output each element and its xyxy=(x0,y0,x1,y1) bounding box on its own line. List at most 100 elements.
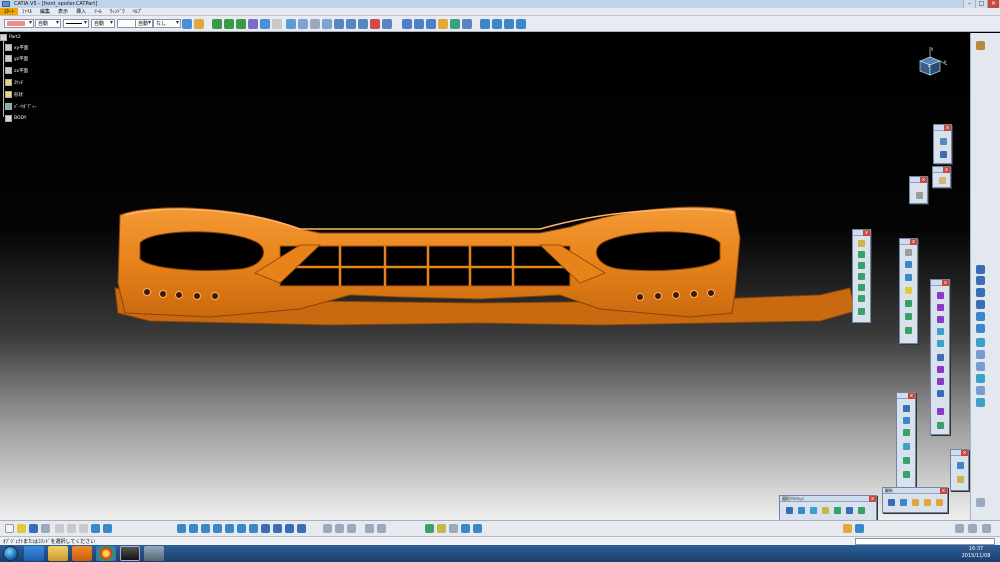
analysis-tool-icon[interactable] xyxy=(936,499,943,506)
shape-tool-icon[interactable] xyxy=(834,507,841,514)
palette-grid-icon[interactable] xyxy=(940,151,947,158)
close-button[interactable]: ✕ xyxy=(987,0,999,8)
palette-tool-icon[interactable] xyxy=(937,292,944,299)
palette-tool-icon[interactable] xyxy=(858,295,865,302)
zoom-out-icon[interactable] xyxy=(237,524,246,533)
tree-item-zx-plane[interactable]: zx平面 xyxy=(5,66,28,75)
palette-tool-icon[interactable] xyxy=(937,328,944,335)
undo-icon[interactable] xyxy=(91,524,100,533)
internet-explorer-icon[interactable] xyxy=(24,546,44,561)
palette-tool-icon[interactable] xyxy=(903,471,910,478)
chrome-icon[interactable] xyxy=(96,546,116,561)
analysis-icon[interactable] xyxy=(461,524,470,533)
loft-tool-icon[interactable] xyxy=(976,398,985,407)
normal-view-icon[interactable] xyxy=(249,524,258,533)
zoom-in-icon[interactable] xyxy=(225,524,234,533)
paint-icon[interactable] xyxy=(194,19,204,29)
palette-close-button[interactable]: x xyxy=(920,177,927,183)
measure-icon[interactable] xyxy=(248,19,258,29)
workbench-switch-icon[interactable] xyxy=(955,524,964,533)
brush-icon[interactable] xyxy=(182,19,192,29)
palette-tool-icon[interactable] xyxy=(937,316,944,323)
render-icon[interactable] xyxy=(382,19,392,29)
analysis-tool-icon[interactable] xyxy=(888,499,895,506)
analysis-tool-icon[interactable] xyxy=(924,499,931,506)
palette-tool-icon[interactable] xyxy=(905,261,912,268)
maximize-button[interactable]: □ xyxy=(975,0,987,8)
palette-tool-icon[interactable] xyxy=(937,304,944,311)
palette-tool-icon[interactable] xyxy=(858,273,865,280)
select-icon[interactable] xyxy=(286,19,296,29)
3d-viewport[interactable]: Part2 xy平面 yz平面 zx平面 ｽｹｯﾁ 形状 ﾊﾟｰﾂﾎﾞﾃﾞｨｰ … xyxy=(0,33,970,520)
menu-tools[interactable]: ﾂｰﾙ xyxy=(90,8,106,15)
snap-icon[interactable] xyxy=(260,19,270,29)
measure-item-icon[interactable] xyxy=(437,524,446,533)
menu-insert[interactable]: 挿入 xyxy=(72,8,90,15)
palette-close-button[interactable]: x xyxy=(942,280,949,286)
surface-icon[interactable] xyxy=(438,19,448,29)
render-icon[interactable] xyxy=(843,524,852,533)
menu-window[interactable]: ｳｨﾝﾄﾞｳ xyxy=(106,8,129,15)
hide-icon[interactable] xyxy=(370,19,380,29)
grid-icon[interactable] xyxy=(272,19,282,29)
palette-close-button[interactable]: x xyxy=(869,496,876,502)
palette-tool-icon[interactable] xyxy=(937,354,944,361)
palette-tool-icon[interactable] xyxy=(905,327,912,334)
polyline-tool-icon[interactable] xyxy=(976,276,985,285)
tree-item-sketch[interactable]: ｽｹｯﾁ xyxy=(5,78,23,87)
spline-tool-icon[interactable] xyxy=(976,312,985,321)
command-input[interactable] xyxy=(855,538,995,545)
palette-tool-icon[interactable] xyxy=(903,457,910,464)
palette-tool-icon[interactable] xyxy=(905,249,912,256)
new-file-icon[interactable] xyxy=(5,524,14,533)
line-tool-icon[interactable] xyxy=(976,265,985,274)
palette-tool-icon[interactable] xyxy=(905,287,912,294)
cut-icon[interactable] xyxy=(298,19,308,29)
offset-tool-icon[interactable] xyxy=(976,374,985,383)
extrude-icon[interactable] xyxy=(450,19,460,29)
sweep-tool-icon[interactable] xyxy=(976,386,985,395)
palette-tool-icon[interactable] xyxy=(937,390,944,397)
palette-tool-icon[interactable] xyxy=(937,408,944,415)
catia-taskbar-icon[interactable] xyxy=(120,546,140,561)
copy-icon[interactable] xyxy=(67,524,76,533)
palette-tool-icon[interactable] xyxy=(903,417,910,424)
analysis-tool-icon[interactable] xyxy=(900,499,907,506)
palette-tool-icon[interactable] xyxy=(903,443,910,450)
settings-icon[interactable] xyxy=(982,524,991,533)
palette-tool-icon[interactable] xyxy=(940,138,947,145)
spline-icon[interactable] xyxy=(426,19,436,29)
start-button[interactable] xyxy=(3,546,18,561)
palette-tool-icon[interactable] xyxy=(916,192,923,199)
help-icon[interactable] xyxy=(103,524,112,533)
copy-icon[interactable] xyxy=(310,19,320,29)
open-file-icon[interactable] xyxy=(17,524,26,533)
palette-tool-icon[interactable] xyxy=(957,476,964,483)
comment-icon[interactable] xyxy=(335,524,344,533)
file-explorer-icon[interactable] xyxy=(48,546,68,561)
point-style-dropdown[interactable]: 自動 xyxy=(135,19,153,28)
shape-tool-icon[interactable] xyxy=(822,507,829,514)
palette-tool-icon[interactable] xyxy=(858,262,865,269)
move-icon[interactable] xyxy=(224,19,234,29)
palette-close-button[interactable]: x xyxy=(944,125,951,131)
palette-tool-icon[interactable] xyxy=(957,462,964,469)
circle-tool-icon[interactable] xyxy=(976,300,985,309)
measure-between-icon[interactable] xyxy=(425,524,434,533)
trim-icon[interactable] xyxy=(516,19,526,29)
fly-mode-icon[interactable] xyxy=(177,524,186,533)
menu-start[interactable]: ｽﾀｰﾄ xyxy=(0,8,19,15)
tree-item-partbody[interactable]: ﾊﾟｰﾂﾎﾞﾃﾞｨｰ xyxy=(5,102,37,111)
palette-tool-icon[interactable] xyxy=(905,313,912,320)
print-icon[interactable] xyxy=(41,524,50,533)
palette-tool-icon[interactable] xyxy=(939,177,946,184)
swap-visible-icon[interactable] xyxy=(297,524,306,533)
corner-tool-icon[interactable] xyxy=(976,324,985,333)
scene-icon[interactable] xyxy=(968,524,977,533)
macro-icon[interactable] xyxy=(377,524,386,533)
more-tools-icon[interactable] xyxy=(976,498,985,507)
save-icon[interactable] xyxy=(29,524,38,533)
palette-tool-icon[interactable] xyxy=(937,422,944,429)
iso-view-icon[interactable] xyxy=(261,524,270,533)
analysis-tool-icon[interactable] xyxy=(912,499,919,506)
